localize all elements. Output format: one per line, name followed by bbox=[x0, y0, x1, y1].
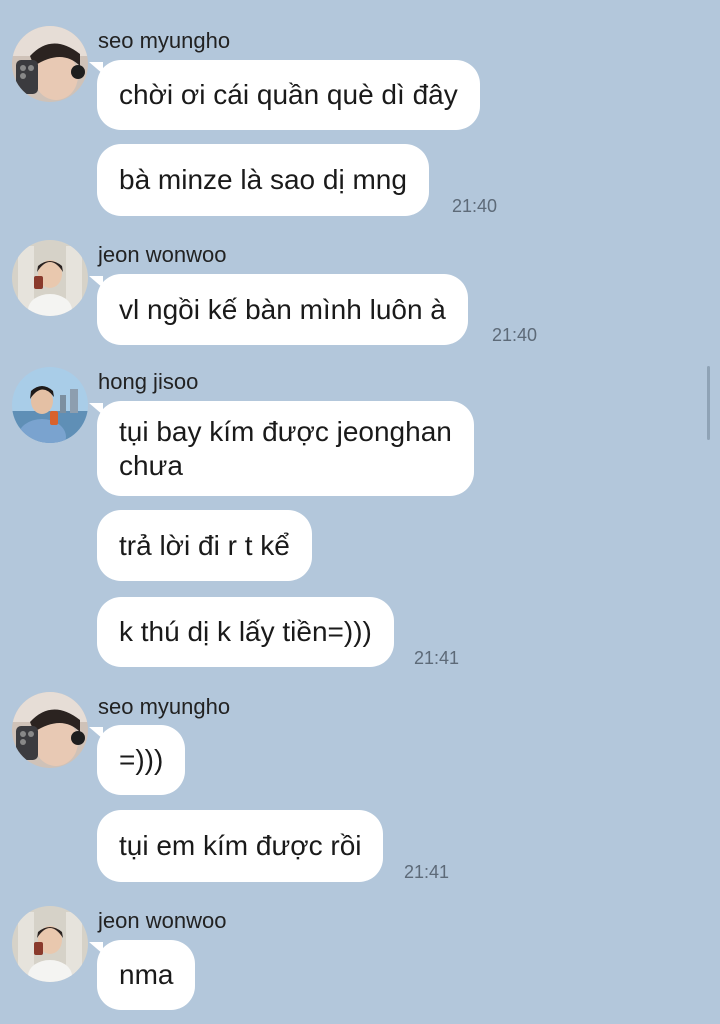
profile-photo-icon bbox=[12, 906, 88, 982]
avatar-seo-myungho[interactable] bbox=[12, 26, 88, 102]
profile-photo-icon bbox=[12, 367, 88, 443]
sender-name: hong jisoo bbox=[98, 369, 199, 394]
profile-photo-icon bbox=[12, 692, 88, 768]
profile-photo-icon bbox=[12, 26, 88, 102]
message-bubble[interactable]: chời ơi cái quần què dì đây bbox=[89, 60, 480, 130]
message-bubble[interactable]: tụi bay kím được jeonghan chưa bbox=[89, 401, 474, 496]
message-text: vl ngồi kế bàn mình luôn à bbox=[119, 293, 446, 325]
avatar-jeon-wonwoo[interactable] bbox=[12, 906, 88, 982]
message-bubble[interactable]: bà minze là sao dị mng bbox=[97, 144, 429, 216]
message-text: nma bbox=[119, 959, 174, 990]
sender-name: seo myungho bbox=[98, 694, 231, 719]
message-bubble[interactable]: =))) bbox=[88, 725, 186, 795]
message-bubble[interactable]: trả lời đi r t kể bbox=[97, 510, 312, 581]
message-timestamp: 21:41 bbox=[404, 862, 450, 882]
sender-name: jeon wonwoo bbox=[98, 908, 227, 933]
message-text: chời ơi cái quần què dì đây bbox=[119, 79, 458, 110]
avatar-jeon-wonwoo[interactable] bbox=[12, 240, 88, 316]
message-text: tụi bay kím được jeonghan chưa bbox=[119, 415, 452, 481]
sender-name: seo myungho bbox=[98, 28, 231, 53]
message-text: trả lời đi r t kể bbox=[119, 529, 290, 561]
message-text: bà minze là sao dị mng bbox=[119, 164, 407, 195]
message-bubble[interactable]: vl ngồi kế bàn mình luôn à bbox=[89, 274, 468, 345]
profile-photo-icon bbox=[12, 240, 88, 316]
message-text: =))) bbox=[119, 744, 164, 775]
message-bubble[interactable]: tụi em kím được rồi bbox=[97, 810, 384, 882]
message-text: tụi em kím được rồi bbox=[119, 830, 362, 861]
message-bubble[interactable]: nma bbox=[88, 940, 196, 1010]
message-timestamp: 21:40 bbox=[492, 325, 538, 345]
scrollbar[interactable] bbox=[707, 366, 710, 440]
avatar-seo-myungho[interactable] bbox=[12, 692, 88, 768]
message-text: k thú dị k lấy tiền=))) bbox=[119, 616, 372, 647]
avatar-hong-jisoo[interactable] bbox=[12, 367, 88, 443]
message-timestamp: 21:41 bbox=[414, 648, 460, 668]
sender-name: jeon wonwoo bbox=[98, 242, 227, 267]
message-timestamp: 21:40 bbox=[452, 196, 498, 216]
message-bubble[interactable]: k thú dị k lấy tiền=))) bbox=[97, 597, 394, 667]
